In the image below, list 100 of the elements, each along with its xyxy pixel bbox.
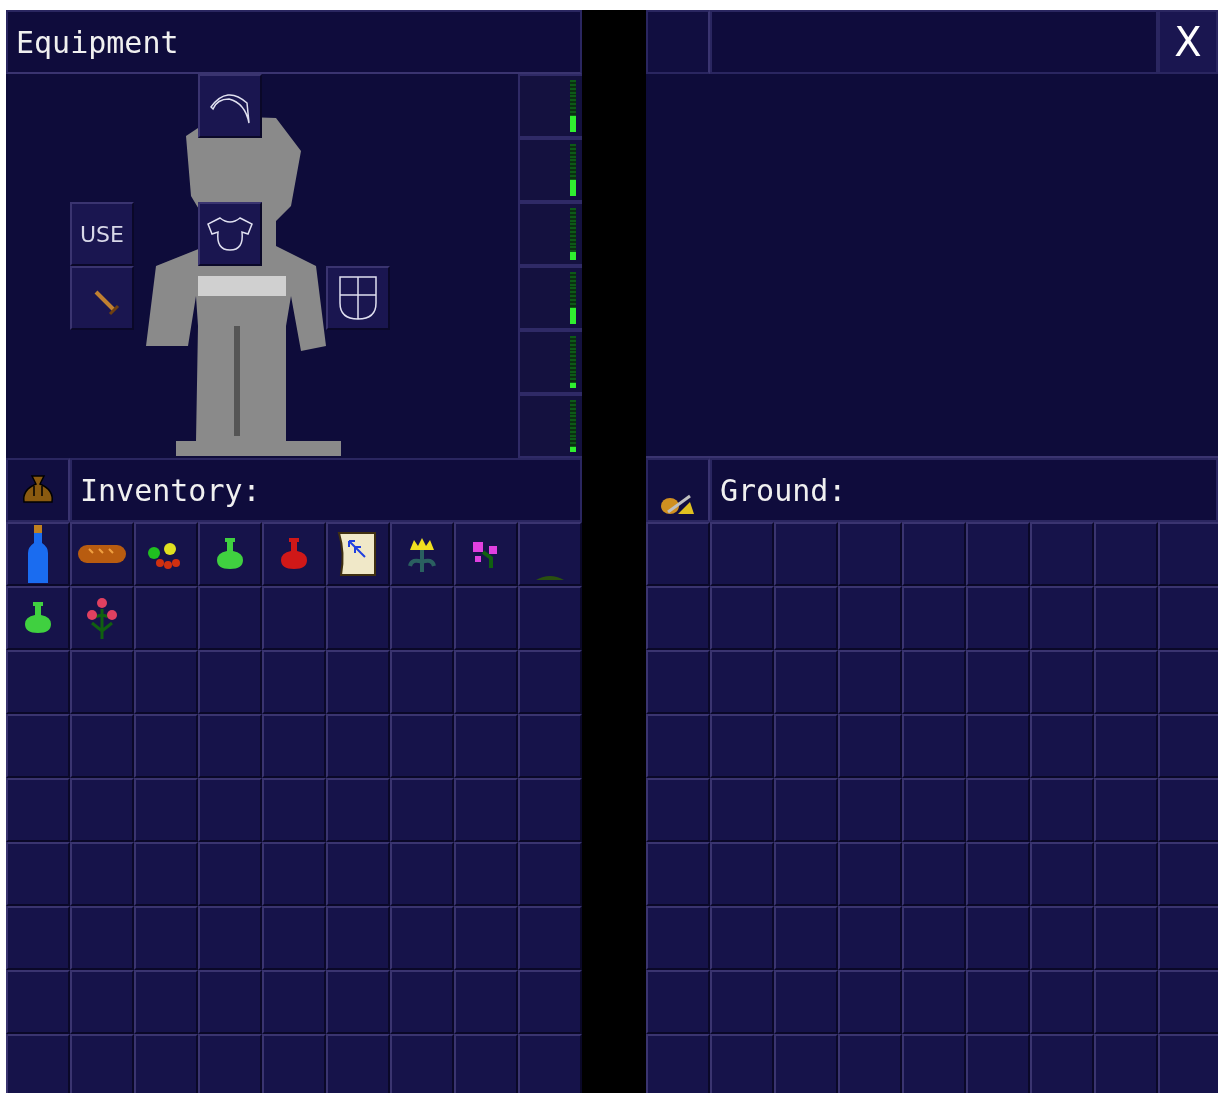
ground-slot[interactable] bbox=[966, 778, 1030, 842]
ground-slot[interactable] bbox=[710, 842, 774, 906]
ground-slot[interactable] bbox=[838, 842, 902, 906]
ground-slot[interactable] bbox=[710, 970, 774, 1034]
ground-slot[interactable] bbox=[774, 1034, 838, 1093]
ground-slot[interactable] bbox=[966, 714, 1030, 778]
ground-slot[interactable] bbox=[710, 650, 774, 714]
ground-slot[interactable] bbox=[838, 970, 902, 1034]
ground-slot[interactable] bbox=[838, 522, 902, 586]
ground-slot[interactable] bbox=[1094, 970, 1158, 1034]
ground-slot[interactable] bbox=[902, 906, 966, 970]
ground-slot[interactable] bbox=[774, 842, 838, 906]
ground-slot[interactable] bbox=[1094, 778, 1158, 842]
ground-slot[interactable] bbox=[1158, 1034, 1218, 1093]
head-slot[interactable] bbox=[198, 74, 262, 138]
sword-icon bbox=[92, 288, 122, 318]
ground-slot[interactable] bbox=[966, 650, 1030, 714]
ground-slot[interactable] bbox=[774, 906, 838, 970]
inventory-slot[interactable] bbox=[6, 586, 70, 650]
ground-slot[interactable] bbox=[1094, 586, 1158, 650]
ground-slot[interactable] bbox=[646, 842, 710, 906]
ground-slot[interactable] bbox=[646, 906, 710, 970]
ground-slot[interactable] bbox=[1094, 650, 1158, 714]
ground-slot[interactable] bbox=[1030, 842, 1094, 906]
close-button[interactable]: X bbox=[1158, 10, 1218, 74]
ground-slot[interactable] bbox=[1158, 522, 1218, 586]
ground-slot[interactable] bbox=[902, 714, 966, 778]
ground-slot[interactable] bbox=[838, 586, 902, 650]
icon-cell[interactable] bbox=[646, 458, 710, 522]
ground-slot[interactable] bbox=[902, 970, 966, 1034]
ground-slot[interactable] bbox=[1030, 906, 1094, 970]
ground-slot[interactable] bbox=[646, 714, 710, 778]
ground-slot[interactable] bbox=[1158, 650, 1218, 714]
ground-slot[interactable] bbox=[774, 970, 838, 1034]
ground-slot[interactable] bbox=[1030, 586, 1094, 650]
ground-slot[interactable] bbox=[838, 650, 902, 714]
ground-slot[interactable] bbox=[1158, 842, 1218, 906]
ground-slot[interactable] bbox=[774, 778, 838, 842]
ground-slot[interactable] bbox=[774, 650, 838, 714]
ground-slot[interactable] bbox=[774, 714, 838, 778]
ground-slot[interactable] bbox=[1094, 714, 1158, 778]
ground-slot[interactable] bbox=[1158, 970, 1218, 1034]
icon-cell[interactable] bbox=[6, 458, 70, 522]
ground-slot[interactable] bbox=[646, 1034, 710, 1093]
ground-slot[interactable] bbox=[1158, 906, 1218, 970]
ground-slot[interactable] bbox=[710, 1034, 774, 1093]
ground-slot[interactable] bbox=[902, 778, 966, 842]
ground-slot[interactable] bbox=[774, 586, 838, 650]
flower-icon bbox=[406, 536, 438, 572]
ground-slot[interactable] bbox=[902, 522, 966, 586]
ground-slot[interactable] bbox=[1158, 778, 1218, 842]
inventory-slot[interactable] bbox=[198, 522, 262, 586]
section-title: Ground: bbox=[719, 472, 847, 508]
ground-slot[interactable] bbox=[1094, 522, 1158, 586]
armor-slot[interactable] bbox=[198, 202, 262, 266]
shirt-icon bbox=[204, 214, 256, 254]
ground-slot[interactable] bbox=[902, 586, 966, 650]
ground-slot[interactable] bbox=[1030, 1034, 1094, 1093]
ground-slot[interactable] bbox=[838, 714, 902, 778]
ground-slot[interactable] bbox=[710, 906, 774, 970]
ground-slot[interactable] bbox=[1158, 714, 1218, 778]
ground-slot[interactable] bbox=[838, 778, 902, 842]
ground-slot[interactable] bbox=[774, 522, 838, 586]
ground-slot[interactable] bbox=[646, 970, 710, 1034]
ground-slot[interactable] bbox=[1094, 842, 1158, 906]
ground-slot[interactable] bbox=[646, 586, 710, 650]
ground-slot[interactable] bbox=[966, 906, 1030, 970]
ground-slot[interactable] bbox=[1094, 906, 1158, 970]
use-button[interactable]: USE bbox=[70, 202, 134, 266]
ground-slot[interactable] bbox=[1158, 586, 1218, 650]
ground-slot[interactable] bbox=[966, 970, 1030, 1034]
ground-slot[interactable] bbox=[710, 778, 774, 842]
ground-slot[interactable] bbox=[1030, 970, 1094, 1034]
ground-slot[interactable] bbox=[646, 650, 710, 714]
ground-slot[interactable] bbox=[1094, 1034, 1158, 1093]
shield-icon bbox=[338, 275, 378, 321]
ground-slot[interactable] bbox=[902, 842, 966, 906]
ground-slot[interactable] bbox=[1030, 778, 1094, 842]
weapon-slot[interactable] bbox=[70, 266, 134, 330]
ground-slot[interactable] bbox=[1030, 650, 1094, 714]
ground-slot[interactable] bbox=[838, 1034, 902, 1093]
inventory-slot[interactable] bbox=[390, 522, 454, 586]
shield-slot[interactable] bbox=[326, 266, 390, 330]
ground-slot[interactable] bbox=[902, 650, 966, 714]
bread-icon bbox=[77, 543, 127, 565]
ground-slot[interactable] bbox=[1030, 522, 1094, 586]
bottle-icon bbox=[26, 525, 50, 583]
ground-slot[interactable] bbox=[966, 586, 1030, 650]
ground-slot[interactable] bbox=[646, 778, 710, 842]
ground-slot[interactable] bbox=[1030, 714, 1094, 778]
ground-slot[interactable] bbox=[710, 714, 774, 778]
ground-slot[interactable] bbox=[966, 1034, 1030, 1093]
ground-slot[interactable] bbox=[710, 586, 774, 650]
inventory-slot[interactable] bbox=[134, 522, 198, 586]
ground-slot[interactable] bbox=[902, 1034, 966, 1093]
ground-slot[interactable] bbox=[966, 522, 1030, 586]
inventory-slot[interactable] bbox=[326, 522, 390, 586]
ground-slot[interactable] bbox=[966, 842, 1030, 906]
section-title: Inventory: bbox=[79, 472, 261, 508]
ground-slot[interactable] bbox=[838, 906, 902, 970]
